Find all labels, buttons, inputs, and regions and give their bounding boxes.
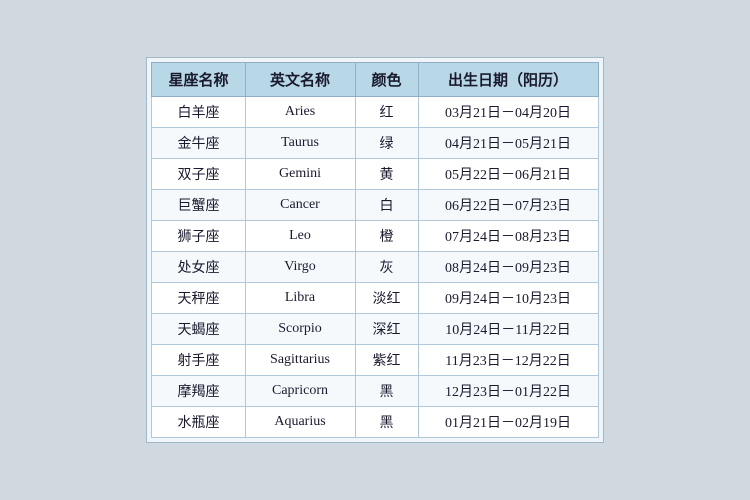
table-row: 白羊座Aries红03月21日－04月20日 xyxy=(152,97,598,128)
cell-color: 红 xyxy=(355,97,418,128)
cell-date: 11月23日－12月22日 xyxy=(418,345,598,376)
cell-en: Virgo xyxy=(245,252,355,283)
table-row: 射手座Sagittarius紫红11月23日－12月22日 xyxy=(152,345,598,376)
cell-date: 12月23日－01月22日 xyxy=(418,376,598,407)
cell-color: 绿 xyxy=(355,128,418,159)
cell-en: Aquarius xyxy=(245,407,355,438)
cell-color: 黄 xyxy=(355,159,418,190)
cell-date: 07月24日－08月23日 xyxy=(418,221,598,252)
cell-color: 橙 xyxy=(355,221,418,252)
cell-zh: 巨蟹座 xyxy=(152,190,245,221)
table-body: 白羊座Aries红03月21日－04月20日金牛座Taurus绿04月21日－0… xyxy=(152,97,598,438)
header-en: 英文名称 xyxy=(245,63,355,97)
cell-en: Sagittarius xyxy=(245,345,355,376)
cell-color: 淡红 xyxy=(355,283,418,314)
cell-date: 10月24日－11月22日 xyxy=(418,314,598,345)
cell-en: Libra xyxy=(245,283,355,314)
cell-date: 03月21日－04月20日 xyxy=(418,97,598,128)
cell-en: Scorpio xyxy=(245,314,355,345)
table-row: 天秤座Libra淡红09月24日－10月23日 xyxy=(152,283,598,314)
cell-date: 09月24日－10月23日 xyxy=(418,283,598,314)
table-header-row: 星座名称 英文名称 颜色 出生日期（阳历） xyxy=(152,63,598,97)
cell-color: 紫红 xyxy=(355,345,418,376)
table-row: 双子座Gemini黄05月22日－06月21日 xyxy=(152,159,598,190)
cell-zh: 金牛座 xyxy=(152,128,245,159)
zodiac-table-wrapper: 星座名称 英文名称 颜色 出生日期（阳历） 白羊座Aries红03月21日－04… xyxy=(146,57,603,443)
cell-zh: 天秤座 xyxy=(152,283,245,314)
header-zh: 星座名称 xyxy=(152,63,245,97)
cell-en: Aries xyxy=(245,97,355,128)
zodiac-table: 星座名称 英文名称 颜色 出生日期（阳历） 白羊座Aries红03月21日－04… xyxy=(151,62,598,438)
cell-date: 04月21日－05月21日 xyxy=(418,128,598,159)
cell-en: Leo xyxy=(245,221,355,252)
cell-zh: 处女座 xyxy=(152,252,245,283)
cell-color: 黑 xyxy=(355,376,418,407)
table-row: 金牛座Taurus绿04月21日－05月21日 xyxy=(152,128,598,159)
cell-color: 黑 xyxy=(355,407,418,438)
cell-date: 05月22日－06月21日 xyxy=(418,159,598,190)
table-row: 摩羯座Capricorn黑12月23日－01月22日 xyxy=(152,376,598,407)
cell-en: Taurus xyxy=(245,128,355,159)
table-row: 水瓶座Aquarius黑01月21日－02月19日 xyxy=(152,407,598,438)
table-row: 巨蟹座Cancer白06月22日－07月23日 xyxy=(152,190,598,221)
cell-date: 08月24日－09月23日 xyxy=(418,252,598,283)
cell-zh: 双子座 xyxy=(152,159,245,190)
table-row: 天蝎座Scorpio深红10月24日－11月22日 xyxy=(152,314,598,345)
cell-zh: 水瓶座 xyxy=(152,407,245,438)
cell-zh: 射手座 xyxy=(152,345,245,376)
cell-en: Gemini xyxy=(245,159,355,190)
cell-zh: 狮子座 xyxy=(152,221,245,252)
cell-color: 白 xyxy=(355,190,418,221)
header-color: 颜色 xyxy=(355,63,418,97)
table-row: 狮子座Leo橙07月24日－08月23日 xyxy=(152,221,598,252)
cell-color: 灰 xyxy=(355,252,418,283)
cell-color: 深红 xyxy=(355,314,418,345)
header-date: 出生日期（阳历） xyxy=(418,63,598,97)
cell-date: 06月22日－07月23日 xyxy=(418,190,598,221)
cell-date: 01月21日－02月19日 xyxy=(418,407,598,438)
table-row: 处女座Virgo灰08月24日－09月23日 xyxy=(152,252,598,283)
cell-zh: 白羊座 xyxy=(152,97,245,128)
cell-en: Capricorn xyxy=(245,376,355,407)
cell-en: Cancer xyxy=(245,190,355,221)
cell-zh: 天蝎座 xyxy=(152,314,245,345)
cell-zh: 摩羯座 xyxy=(152,376,245,407)
